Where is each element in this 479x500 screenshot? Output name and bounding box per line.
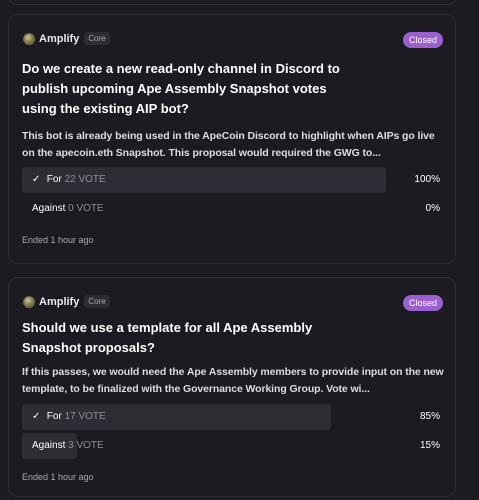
proposal-card[interactable]: Amplify Core Closed Should we use a temp… (8, 277, 456, 497)
choice-label: ✓ For 22 VOTE (32, 167, 106, 193)
choice-name: Against (32, 440, 66, 451)
result-row-against: Against 0 VOTE 0% (22, 196, 440, 222)
result-row-for: ✓ For 22 VOTE 100% (22, 167, 440, 193)
proposal-title[interactable]: Should we use a template for all Ape Ass… (22, 318, 352, 358)
choice-votes: 0 VOTE (68, 203, 104, 214)
choice-votes: 3 VOTE (68, 440, 104, 451)
result-row-for: ✓ For 17 VOTE 85% (22, 404, 440, 430)
status-badge: Closed (402, 295, 443, 311)
choice-name: Against (32, 203, 66, 214)
choice-name: For (46, 411, 62, 422)
ended-time: Ended 1 hour ago (22, 235, 94, 245)
check-icon: ✓ (32, 411, 41, 422)
proposal-body: This bot is already being used in the Ap… (22, 130, 435, 159)
ended-time: Ended 1 hour ago (22, 472, 94, 482)
core-tag: Core (84, 32, 110, 45)
result-row-against: Against 3 VOTE 15% (22, 433, 440, 459)
status-badge: Closed (402, 32, 443, 48)
space-header: Amplify Core (23, 295, 110, 308)
choice-label: Against 0 VOTE (32, 196, 104, 222)
previous-card-edge (8, 0, 458, 5)
choice-percent: 15% (419, 440, 440, 451)
choice-label: Against 3 VOTE (32, 433, 104, 459)
choice-percent: 0% (425, 203, 440, 214)
space-avatar-icon[interactable] (23, 32, 35, 45)
proposal-body: If this passes, we would need the Ape As… (22, 366, 444, 395)
proposal-card[interactable]: Amplify Core Closed Do we create a new r… (8, 14, 456, 264)
choice-name: For (46, 174, 62, 185)
choice-votes: 17 VOTE (64, 411, 106, 422)
space-avatar-icon[interactable] (23, 295, 35, 308)
choice-label: ✓ For 17 VOTE (32, 404, 106, 430)
choice-percent: 85% (419, 411, 440, 422)
proposal-title[interactable]: Do we create a new read-only channel in … (22, 59, 352, 119)
check-icon: ✓ (32, 174, 41, 185)
choice-percent: 100% (414, 174, 440, 185)
space-name[interactable]: Amplify (39, 296, 79, 308)
space-header: Amplify Core (23, 32, 110, 45)
space-name[interactable]: Amplify (39, 33, 79, 45)
core-tag: Core (84, 295, 110, 308)
choice-votes: 22 VOTE (64, 174, 106, 185)
